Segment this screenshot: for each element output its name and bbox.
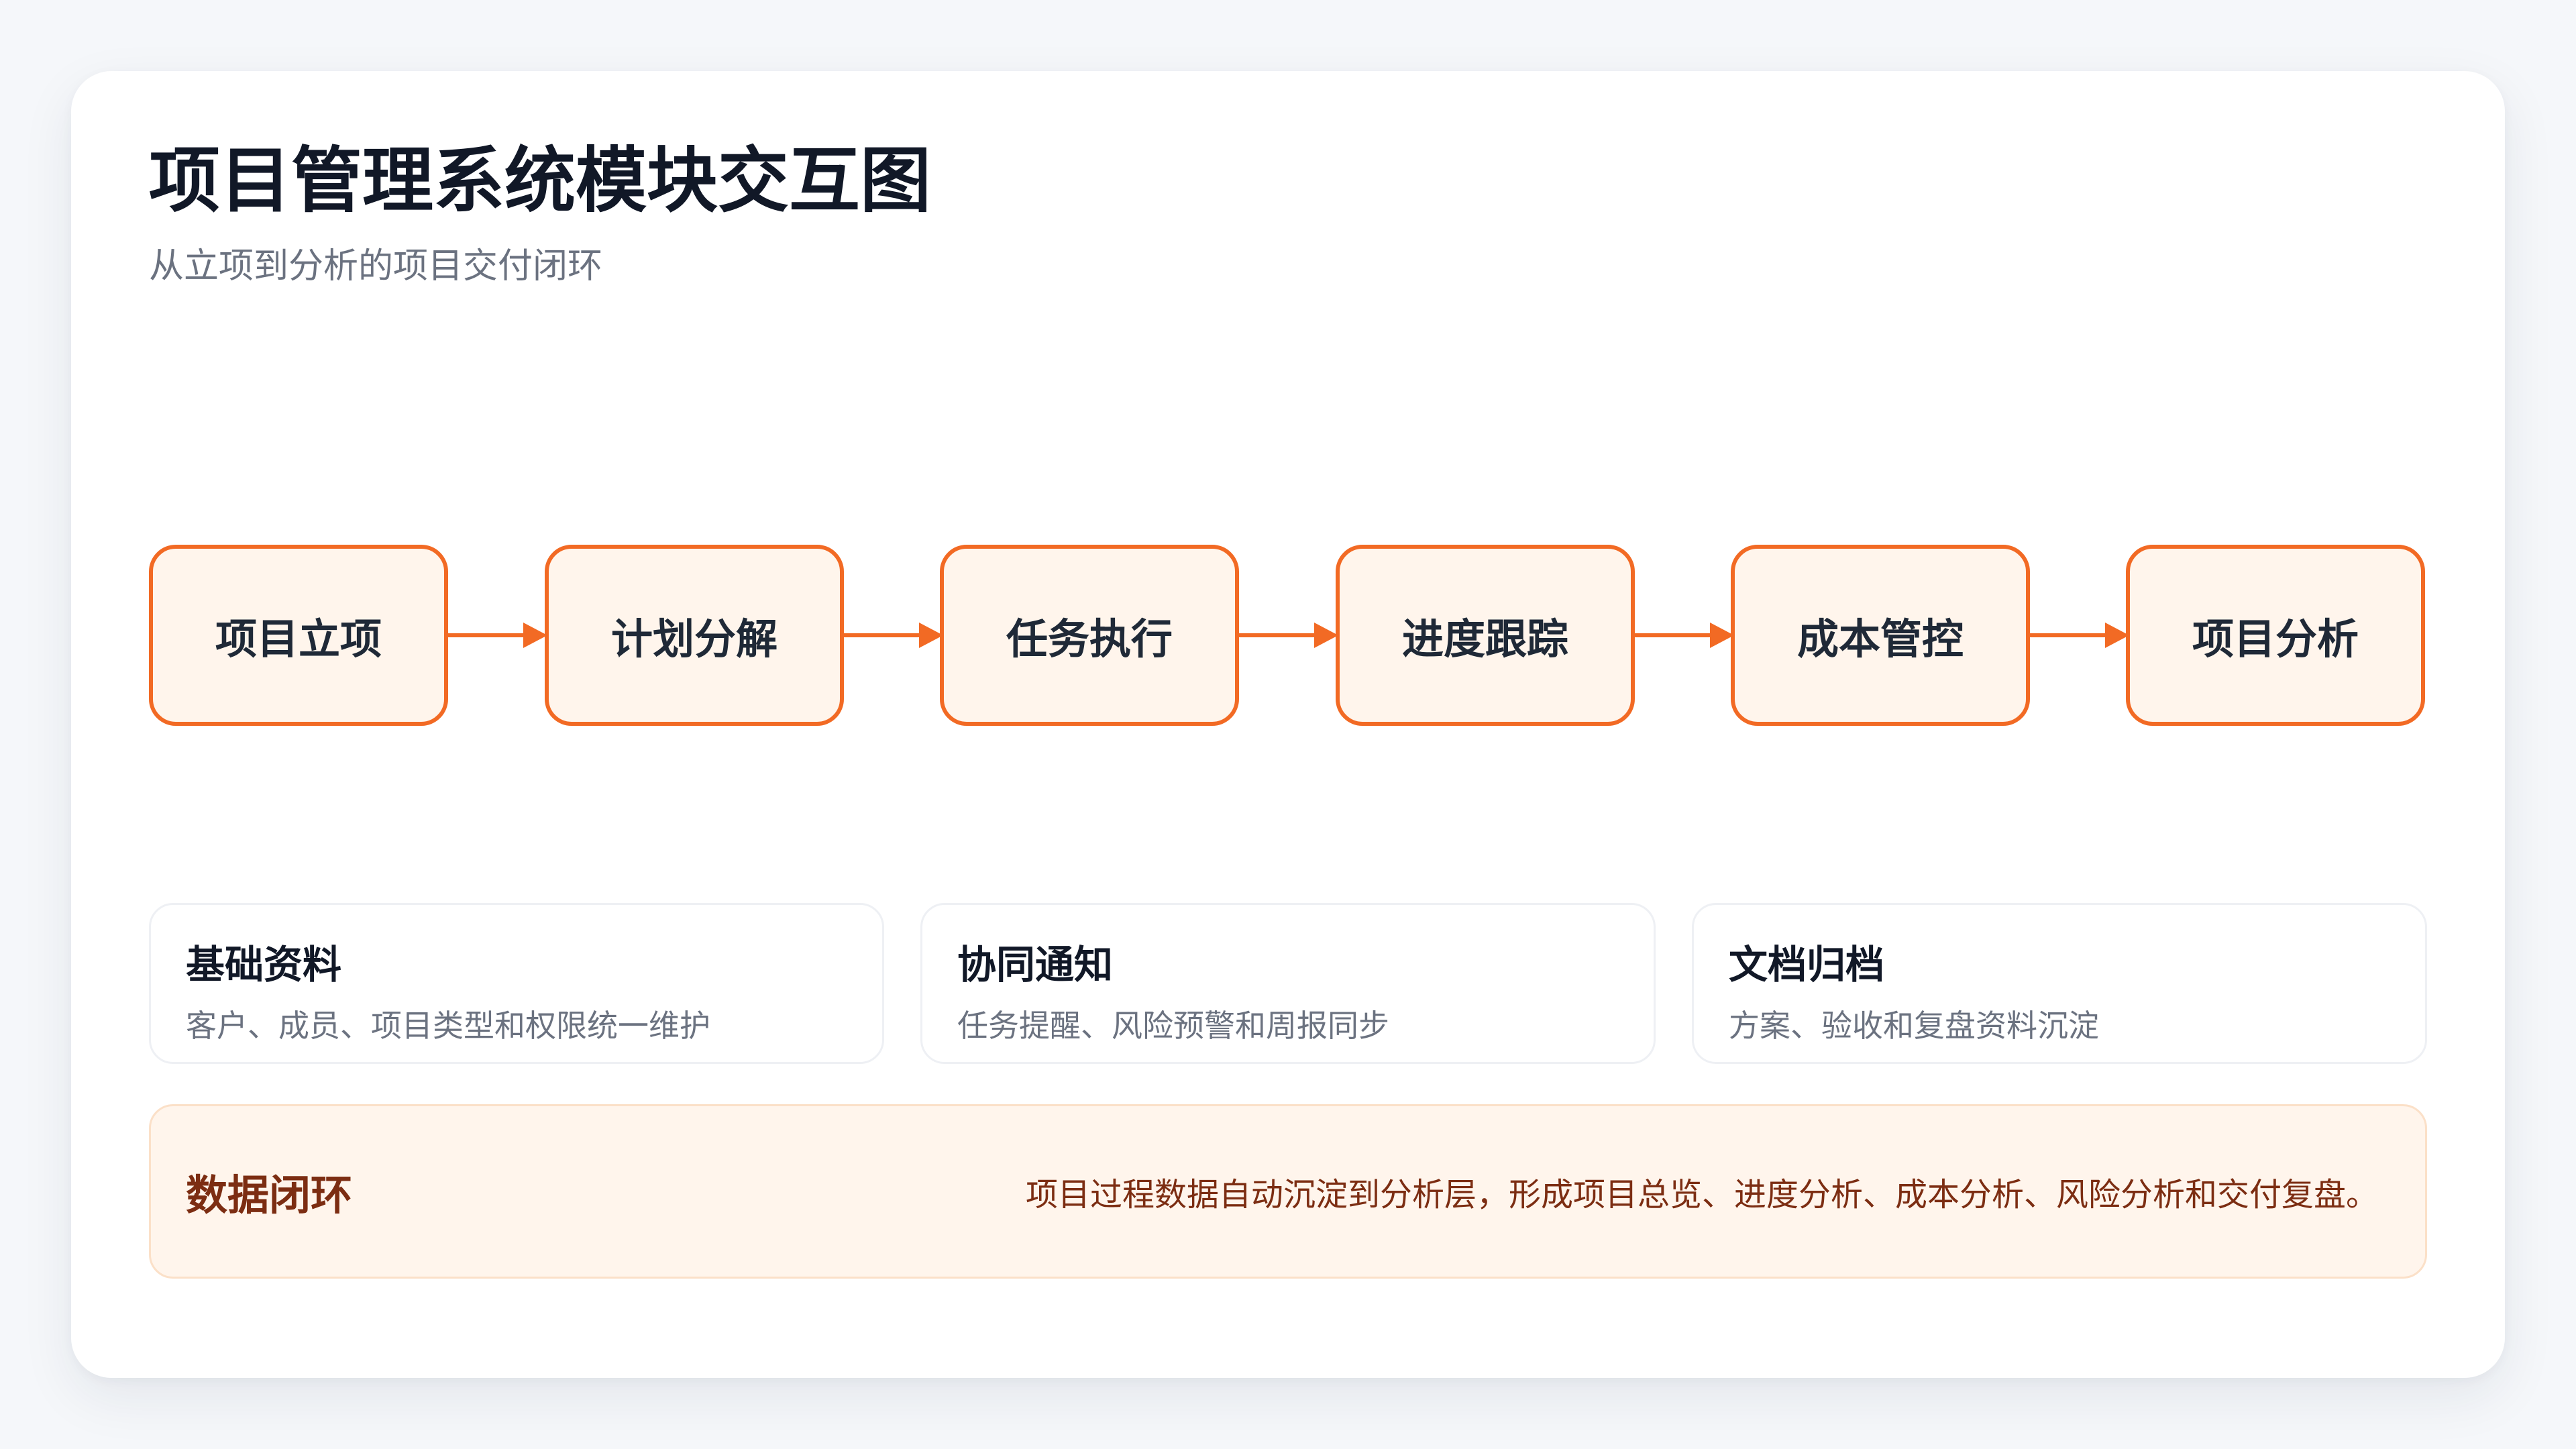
data-loop-title: 数据闭环 (186, 1171, 353, 1220)
page-subtitle: 从立项到分析的项目交付闭环 (149, 246, 603, 286)
flow-node-analysis[interactable]: 项目分析 (2126, 545, 2425, 726)
feature-desc: 任务提醒、风险预警和周报同步 (957, 1008, 1389, 1044)
flow-node-execution[interactable]: 任务执行 (940, 545, 1239, 726)
arrow-right-icon (844, 623, 943, 648)
page-title: 项目管理系统模块交互图 (149, 140, 931, 222)
feature-title: 基础资料 (186, 942, 342, 987)
feature-title: 协同通知 (957, 942, 1114, 987)
flow-node-initiation[interactable]: 项目立项 (149, 545, 448, 726)
arrow-right-icon (1239, 623, 1338, 648)
feature-card-master-data: 基础资料 客户、成员、项目类型和权限统一维护 (149, 903, 884, 1064)
data-loop-banner: 数据闭环 项目过程数据自动沉淀到分析层，形成项目总览、进度分析、成本分析、风险分… (149, 1104, 2427, 1279)
flow-node-cost-control[interactable]: 成本管控 (1731, 545, 2030, 726)
feature-card-collaboration: 协同通知 任务提醒、风险预警和周报同步 (920, 903, 1656, 1064)
feature-title: 文档归档 (1729, 942, 1885, 987)
feature-card-documents: 文档归档 方案、验收和复盘资料沉淀 (1692, 903, 2427, 1064)
data-loop-desc: 项目过程数据自动沉淀到分析层，形成项目总览、进度分析、成本分析、风险分析和交付复… (1025, 1176, 2378, 1214)
arrow-right-icon (1635, 623, 1734, 648)
feature-desc: 方案、验收和复盘资料沉淀 (1729, 1008, 2099, 1044)
arrow-right-icon (2030, 623, 2129, 648)
arrow-right-icon (448, 623, 547, 648)
flow-node-tracking[interactable]: 进度跟踪 (1336, 545, 1635, 726)
flow-node-planning[interactable]: 计划分解 (545, 545, 844, 726)
feature-desc: 客户、成员、项目类型和权限统一维护 (186, 1008, 710, 1044)
